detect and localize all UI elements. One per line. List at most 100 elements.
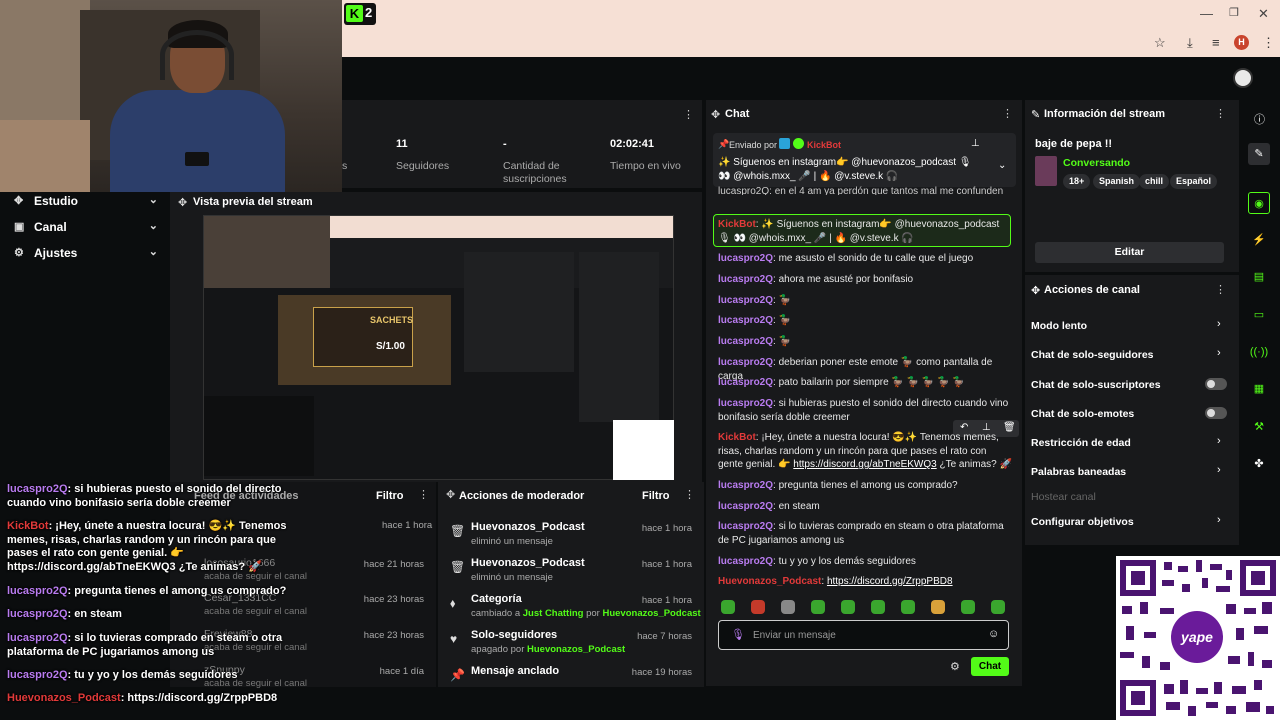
emoji-icon[interactable]: ☺ bbox=[988, 628, 999, 640]
preview-move-icon[interactable]: ✥ bbox=[178, 196, 187, 209]
studio-icon: ✥ bbox=[14, 195, 24, 207]
chevron-down-icon[interactable]: ⌄ bbox=[998, 160, 1006, 171]
download-icon[interactable]: ⤓ bbox=[1187, 35, 1193, 51]
mod-action-category: Just Chatting bbox=[522, 608, 584, 619]
chat-menu-icon[interactable]: ⋮ bbox=[1002, 107, 1013, 120]
emote-icon[interactable] bbox=[781, 600, 795, 614]
mod-action-desc: eliminó un mensaje bbox=[471, 536, 553, 547]
stat-uptime-value: 02:02:41 bbox=[610, 138, 655, 150]
sidebar-item-label: Estudio bbox=[34, 194, 78, 208]
chat-username[interactable]: lucaspro2Q bbox=[718, 274, 773, 285]
chat-username[interactable]: lucaspro2Q bbox=[718, 357, 773, 368]
chevron-right-icon[interactable]: › bbox=[1217, 347, 1221, 359]
emote-icon[interactable] bbox=[901, 600, 915, 614]
camera-icon[interactable]: ◉ bbox=[1248, 192, 1270, 214]
apps-icon[interactable]: ✤ bbox=[1248, 453, 1270, 475]
action-banned-words[interactable]: Palabras baneadas bbox=[1031, 466, 1126, 478]
chat-move-icon[interactable]: ✥ bbox=[711, 108, 720, 121]
stats-menu-icon[interactable]: ⋮ bbox=[683, 108, 694, 121]
chat-username[interactable]: lucaspro2Q bbox=[718, 377, 773, 388]
chevron-right-icon[interactable]: › bbox=[1217, 435, 1221, 447]
chat-username[interactable]: lucaspro2Q bbox=[718, 295, 773, 306]
emotes-only-toggle[interactable] bbox=[1205, 407, 1227, 419]
action-age-restriction[interactable]: Restricción de edad bbox=[1031, 437, 1131, 449]
overlay-chat-line: Huevonazos_Podcast: https://discord.gg/Z… bbox=[7, 692, 407, 706]
gear-icon: ⚙ bbox=[14, 247, 24, 259]
minimize-icon[interactable]: — bbox=[1200, 6, 1213, 21]
chat-settings-gear-icon[interactable]: ⚙ bbox=[950, 660, 960, 673]
info-icon[interactable]: ⓘ bbox=[1254, 111, 1265, 127]
edit-stream-button[interactable]: Editar bbox=[1035, 242, 1224, 263]
chat-username[interactable]: lucaspro2Q bbox=[718, 521, 773, 532]
chat-link[interactable]: https://discord.gg/ZrppPBD8 bbox=[827, 576, 953, 587]
actions-menu-icon[interactable]: ⋮ bbox=[1215, 283, 1226, 296]
feed-filter-button[interactable]: Filtro bbox=[376, 490, 404, 502]
chat-username[interactable]: lucaspro2Q bbox=[718, 501, 773, 512]
move-icon[interactable]: ✥ bbox=[446, 488, 455, 501]
mod-menu-icon[interactable]: ⋮ bbox=[684, 488, 695, 501]
overlay-username: lucaspro2Q bbox=[7, 585, 68, 597]
overlay-username: lucaspro2Q bbox=[7, 608, 68, 620]
chat-username[interactable]: KickBot bbox=[718, 432, 756, 443]
user-avatar[interactable] bbox=[1233, 68, 1253, 88]
action-emotes-only[interactable]: Chat de solo-emotes bbox=[1031, 408, 1134, 420]
browser-menu-icon[interactable]: ⋮ bbox=[1262, 35, 1275, 51]
emote-icon[interactable] bbox=[811, 600, 825, 614]
preview-browser-bar bbox=[330, 216, 673, 238]
broadcast-icon[interactable]: ((·)) bbox=[1248, 341, 1270, 363]
chat-username[interactable]: Huevonazos_Podcast bbox=[718, 576, 821, 587]
action-subscribers-only[interactable]: Chat de solo-suscriptores bbox=[1031, 379, 1161, 391]
chevron-right-icon[interactable]: › bbox=[1217, 318, 1221, 330]
wrench-icon[interactable]: ⚒ bbox=[1248, 416, 1270, 438]
action-configure-goals[interactable]: Configurar objetivos bbox=[1031, 516, 1134, 528]
chat-message-input[interactable]: 🎙 Enviar un mensaje ☺ bbox=[718, 620, 1009, 650]
chat-message: lucaspro2Q: tu y yo y los demás seguidor… bbox=[718, 555, 1013, 569]
unpin-icon[interactable]: ⊥ bbox=[971, 138, 980, 149]
chat-link[interactable]: https://discord.gg/abTneEKWQ3 bbox=[793, 459, 936, 470]
sidebar-item-ajustes[interactable]: ⚙ Ajustes ⌄ bbox=[14, 244, 162, 264]
page: — ❐ ✕ ☆ ⤓ ≡ H ⋮ K 2 ⋮ s 11 Seguidores - … bbox=[0, 0, 1280, 720]
category-name[interactable]: Conversando bbox=[1063, 157, 1130, 169]
chat-username[interactable]: KickBot bbox=[718, 219, 756, 230]
maximize-icon[interactable]: ❐ bbox=[1229, 6, 1239, 19]
emote-icon[interactable] bbox=[721, 600, 735, 614]
bookmark-star-icon[interactable]: ☆ bbox=[1154, 35, 1166, 51]
emote-icon[interactable] bbox=[991, 600, 1005, 614]
move-icon[interactable]: ✥ bbox=[1031, 284, 1040, 297]
mod-filter-button[interactable]: Filtro bbox=[642, 490, 670, 502]
layout-icon[interactable]: ▦ bbox=[1248, 378, 1270, 400]
chat-username[interactable]: lucaspro2Q bbox=[718, 336, 773, 347]
emote-icon[interactable] bbox=[961, 600, 975, 614]
chat-username[interactable]: lucaspro2Q bbox=[718, 315, 773, 326]
mod-action-text: por bbox=[583, 608, 603, 619]
pinned-text-line2: 👀 @whois.mxx_ 🎤 | 🔥 @v.steve.k 🎧 bbox=[718, 171, 899, 182]
emote-icon[interactable] bbox=[751, 600, 765, 614]
pinned-by-user: KickBot bbox=[807, 140, 842, 150]
emote-icon[interactable] bbox=[871, 600, 885, 614]
chevron-right-icon[interactable]: › bbox=[1217, 514, 1221, 526]
info-menu-icon[interactable]: ⋮ bbox=[1215, 107, 1226, 120]
sidebar-item-canal[interactable]: ▣ Canal ⌄ bbox=[14, 218, 162, 238]
subscribers-only-toggle[interactable] bbox=[1205, 378, 1227, 390]
browser-profile-avatar[interactable]: H bbox=[1234, 35, 1249, 50]
chat-username[interactable]: lucaspro2Q bbox=[718, 398, 773, 409]
document-icon[interactable]: ▤ bbox=[1248, 266, 1270, 288]
feed-menu-icon[interactable]: ⋮ bbox=[418, 488, 429, 501]
emote-icon[interactable] bbox=[841, 600, 855, 614]
action-host-channel[interactable]: Hostear canal bbox=[1031, 491, 1096, 503]
emote-icon[interactable] bbox=[931, 600, 945, 614]
chat-send-button[interactable]: Chat bbox=[971, 657, 1009, 676]
action-slow-mode[interactable]: Modo lento bbox=[1031, 320, 1087, 332]
media-control-icon[interactable]: ≡ bbox=[1212, 35, 1220, 50]
action-followers-only[interactable]: Chat de solo-seguidores bbox=[1031, 349, 1154, 361]
chat-username[interactable]: lucaspro2Q bbox=[718, 480, 773, 491]
close-icon[interactable]: ✕ bbox=[1258, 6, 1269, 22]
chat-bubble-icon[interactable]: ▭ bbox=[1248, 304, 1270, 326]
chat-username[interactable]: lucaspro2Q bbox=[718, 556, 773, 567]
chat-username[interactable]: lucaspro2Q bbox=[718, 253, 773, 264]
chat-text: : pregunta tienes el among us comprado? bbox=[773, 480, 958, 491]
chevron-right-icon[interactable]: › bbox=[1217, 464, 1221, 476]
lightning-icon[interactable]: ⚡ bbox=[1248, 229, 1270, 251]
sidebar-item-estudio[interactable]: ✥ Estudio ⌄ bbox=[14, 192, 162, 212]
edit-mode-icon[interactable]: ✎ bbox=[1248, 143, 1270, 165]
